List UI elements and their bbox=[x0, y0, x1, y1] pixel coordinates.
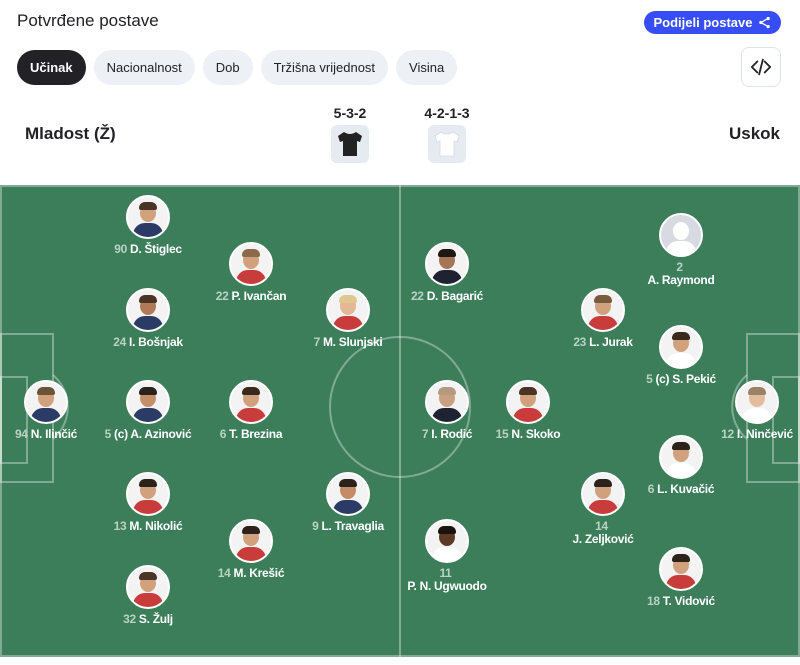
player-label: 2 A. Raymond bbox=[647, 260, 715, 287]
player-photo bbox=[326, 288, 370, 332]
player-photo bbox=[126, 472, 170, 516]
home-player-azinovic[interactable]: 5 (c) A. Azinović bbox=[93, 380, 203, 441]
home-player-brezina[interactable]: 6 T. Brezina bbox=[196, 380, 306, 441]
home-player-ivancan[interactable]: 22 P. Ivančan bbox=[196, 242, 306, 303]
tab-trzisna-vrijednost[interactable]: Tržišna vrijednost bbox=[260, 50, 389, 85]
player-photo bbox=[659, 435, 703, 479]
away-player-nincevic[interactable]: 12 I. Ninčević bbox=[702, 380, 800, 441]
away-player-vidovic[interactable]: 18 T. Vidović bbox=[626, 547, 736, 608]
tab-nacionalnost[interactable]: Nacionalnost bbox=[93, 50, 195, 85]
away-player-pekic[interactable]: 5 (c) S. Pekić bbox=[626, 325, 736, 386]
home-player-nikolic[interactable]: 13 M. Nikolić bbox=[93, 472, 203, 533]
player-label: 9 L. Travaglia bbox=[312, 519, 384, 533]
player-label: 6 T. Brezina bbox=[219, 427, 283, 441]
player-label: 18 T. Vidović bbox=[647, 594, 715, 608]
player-photo bbox=[425, 519, 469, 563]
home-player-bosnjak[interactable]: 24 I. Bošnjak bbox=[93, 288, 203, 349]
player-label: 90 D. Štiglec bbox=[114, 242, 182, 256]
away-player-skoko[interactable]: 15 N. Skoko bbox=[473, 380, 583, 441]
embed-code-button[interactable] bbox=[741, 47, 781, 87]
pitch: 90 D. Štiglec 22 P. Ivančan 24 I. Bošnjak 7… bbox=[0, 185, 800, 657]
share-icon bbox=[759, 16, 771, 29]
player-photo bbox=[506, 380, 550, 424]
away-player-ugwuodo[interactable]: 11 P. N. Ugwuodo bbox=[392, 519, 502, 593]
share-lineups-button[interactable]: Podijeli postave bbox=[644, 11, 781, 34]
player-label: 22 D. Bagarić bbox=[410, 289, 484, 303]
player-label: 14 M. Krešić bbox=[217, 566, 285, 580]
away-player-bagaric[interactable]: 22 D. Bagarić bbox=[392, 242, 502, 303]
home-player-slunjski[interactable]: 7 M. Slunjski bbox=[293, 288, 403, 349]
player-label: 15 N. Skoko bbox=[495, 427, 561, 441]
player-label: 14 J. Zeljković bbox=[572, 519, 634, 546]
player-photo bbox=[229, 519, 273, 563]
player-label: 22 P. Ivančan bbox=[215, 289, 287, 303]
away-player-zeljkovic[interactable]: 14 J. Zeljković bbox=[548, 472, 658, 546]
away-kit bbox=[428, 125, 466, 163]
home-player-travaglia[interactable]: 9 L. Travaglia bbox=[293, 472, 403, 533]
home-player-stiglec[interactable]: 90 D. Štiglec bbox=[93, 195, 203, 256]
home-shirt-icon bbox=[338, 132, 362, 156]
player-photo bbox=[229, 242, 273, 286]
player-photo bbox=[326, 472, 370, 516]
player-label: 94 N. Ilinčić bbox=[14, 427, 78, 441]
player-label: 11 P. N. Ugwuodo bbox=[407, 566, 487, 593]
player-photo bbox=[659, 547, 703, 591]
tab-ucinak[interactable]: Učinak bbox=[17, 50, 86, 85]
home-team-name[interactable]: Mladost (Ž) bbox=[25, 124, 116, 144]
player-label: 24 I. Bošnjak bbox=[113, 335, 183, 349]
player-label: 7 M. Slunjski bbox=[313, 335, 383, 349]
away-player-raymond[interactable]: 2 A. Raymond bbox=[626, 213, 736, 287]
home-player-zulj[interactable]: 32 S. Žulj bbox=[93, 565, 203, 626]
away-formation: 4-2-1-3 bbox=[424, 105, 470, 121]
player-label: 32 S. Žulj bbox=[123, 612, 173, 626]
home-kit bbox=[331, 125, 369, 163]
code-icon bbox=[750, 58, 772, 76]
tab-dob[interactable]: Dob bbox=[202, 50, 253, 85]
player-photo bbox=[581, 288, 625, 332]
home-formation: 5-3-2 bbox=[333, 105, 367, 121]
player-photo bbox=[425, 242, 469, 286]
home-player-kresic[interactable]: 14 M. Krešić bbox=[196, 519, 306, 580]
player-photo bbox=[659, 325, 703, 369]
player-placeholder-icon bbox=[659, 213, 703, 257]
player-photo bbox=[126, 380, 170, 424]
player-label: 13 M. Nikolić bbox=[113, 519, 183, 533]
lineups-header: Potvrđene postave Podijeli postave Učina… bbox=[0, 0, 800, 185]
player-photo bbox=[425, 380, 469, 424]
player-photo bbox=[126, 288, 170, 332]
player-photo bbox=[735, 380, 779, 424]
away-team-name[interactable]: Uskok bbox=[729, 124, 780, 144]
player-photo bbox=[126, 565, 170, 609]
home-player-ilincic[interactable]: 94 N. Ilinčić bbox=[0, 380, 101, 441]
player-photo bbox=[24, 380, 68, 424]
page-title: Potvrđene postave bbox=[17, 11, 159, 30]
tab-visina[interactable]: Visina bbox=[396, 50, 458, 85]
player-photo bbox=[229, 380, 273, 424]
away-shirt-icon bbox=[434, 131, 460, 157]
player-label: 5 (c) A. Azinović bbox=[104, 427, 192, 441]
share-button-label: Podijeli postave bbox=[653, 15, 753, 30]
player-photo bbox=[126, 195, 170, 239]
player-photo bbox=[581, 472, 625, 516]
lineup-view-tabs: Učinak Nacionalnost Dob Tržišna vrijedno… bbox=[17, 50, 458, 85]
